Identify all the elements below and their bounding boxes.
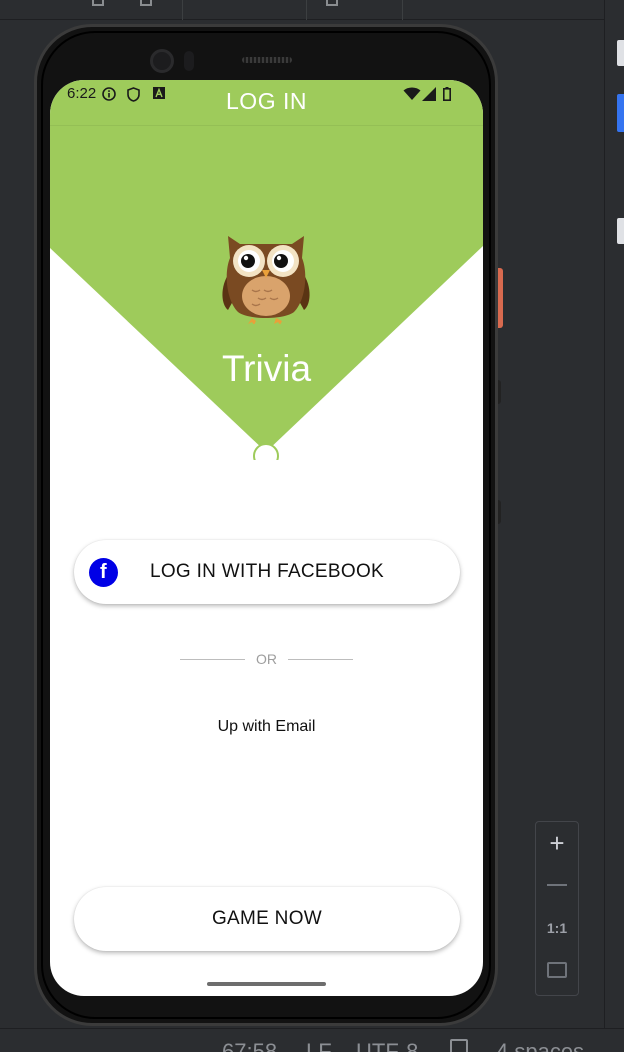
page-title: LOG IN	[226, 88, 307, 114]
divider-line	[288, 659, 353, 660]
ide-right-toolbar	[604, 0, 624, 1030]
file-encoding[interactable]: UTF-8	[356, 1039, 418, 1052]
zoom-in-button[interactable]: +	[536, 830, 578, 856]
owl-logo-icon	[222, 236, 310, 324]
volume-button[interactable]	[498, 500, 501, 524]
toolbar-divider	[182, 0, 183, 20]
ide-status-bar: 67:58 LF UTF-8 4 spaces	[0, 1028, 624, 1052]
actual-size-button[interactable]: 1:1	[536, 920, 578, 936]
toolbar-icon[interactable]	[92, 0, 104, 6]
toolbar-icon[interactable]	[140, 0, 152, 6]
game-now-button[interactable]: GAME NOW	[74, 887, 460, 951]
or-divider: OR	[50, 651, 483, 669]
facebook-login-label: LOG IN WITH FACEBOOK	[149, 561, 385, 582]
camera-sensor	[184, 51, 194, 71]
toolbar-divider	[402, 0, 403, 20]
indent-setting[interactable]: 4 spaces	[496, 1039, 584, 1052]
earpiece-speaker	[242, 57, 292, 63]
tool-window-icon[interactable]	[617, 40, 624, 66]
running-devices-icon[interactable]	[617, 94, 624, 132]
zoom-controls: + 1:1	[535, 821, 579, 996]
facebook-login-button[interactable]: f LOG IN WITH FACEBOOK	[74, 540, 460, 604]
volume-button[interactable]	[498, 380, 501, 404]
device-screen: 6:22 LOG IN Trivia f LOG IN WITH FACEBOO…	[50, 80, 483, 996]
toolbar-icon[interactable]	[326, 0, 338, 6]
facebook-icon: f	[89, 558, 118, 587]
tool-window-icon[interactable]	[617, 218, 624, 244]
power-button[interactable]	[498, 268, 503, 328]
lock-icon[interactable]	[450, 1039, 468, 1052]
home-indicator[interactable]	[207, 982, 326, 986]
camera-lens	[150, 49, 174, 73]
app-name: Trivia	[221, 348, 312, 389]
email-signup-link[interactable]: Up with Email	[50, 718, 483, 736]
fit-screen-button[interactable]	[547, 962, 567, 978]
toolbar-divider	[306, 0, 307, 20]
or-label: OR	[256, 651, 277, 667]
toolbar-divider	[50, 125, 483, 126]
cursor-position[interactable]: 67:58	[222, 1039, 277, 1052]
zoom-out-button[interactable]	[547, 884, 567, 886]
line-separator[interactable]: LF	[306, 1039, 332, 1052]
ide-toolbar	[0, 0, 604, 20]
